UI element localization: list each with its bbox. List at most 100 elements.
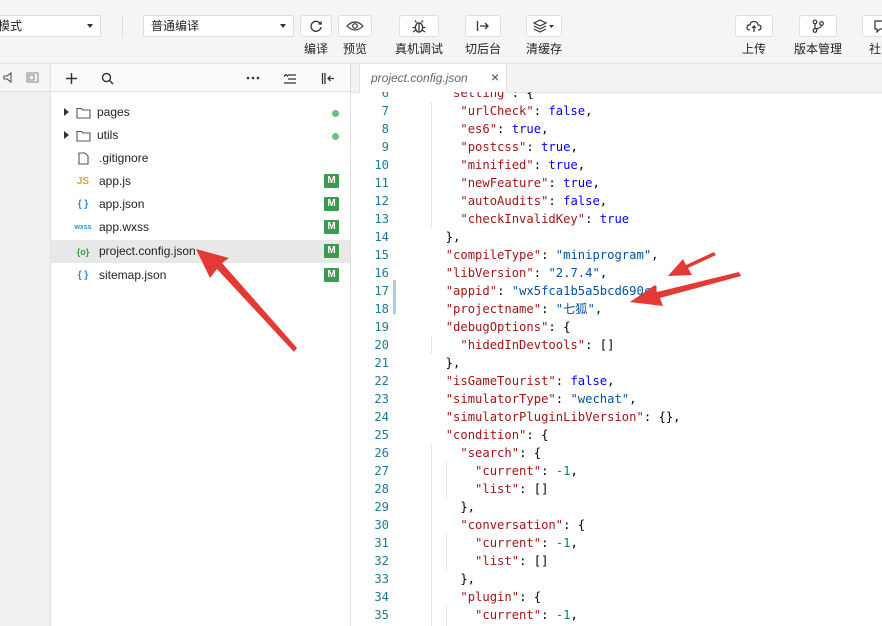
indent-guide bbox=[445, 606, 447, 626]
file-name: .gitignore bbox=[99, 151, 149, 165]
line-text: "debugOptions": { bbox=[445, 320, 571, 334]
collapse-all-icon[interactable] bbox=[282, 70, 298, 86]
line-number: 9 bbox=[381, 140, 389, 154]
file-row-gitignore[interactable]: .gitignore bbox=[51, 147, 350, 170]
indent-guide bbox=[431, 336, 432, 354]
toggle-sidebar-icon[interactable] bbox=[320, 70, 336, 86]
close-icon[interactable]: × bbox=[491, 69, 499, 85]
layers-icon bbox=[533, 19, 554, 33]
code-line[interactable]: 21 }, bbox=[351, 354, 882, 372]
refresh-icon bbox=[310, 20, 322, 32]
chevron-down-icon bbox=[280, 24, 286, 28]
code-line[interactable]: 18 "projectname": "七狐", bbox=[351, 300, 882, 318]
line-number: 33 bbox=[374, 572, 389, 586]
code-line[interactable]: 17 "appid": "wx5fca1b5a5bcd690c", bbox=[351, 282, 882, 300]
file-name: app.wxss bbox=[99, 220, 150, 234]
folder-row-pages[interactable]: pages bbox=[51, 101, 350, 124]
code-line[interactable]: 15 "compileType": "miniprogram", bbox=[351, 246, 882, 264]
indent-guide bbox=[431, 102, 432, 228]
chevron-down-icon bbox=[87, 24, 93, 28]
line-number: 24 bbox=[374, 410, 389, 424]
more-options-icon[interactable] bbox=[245, 70, 261, 86]
switch-background-label: 切后台 bbox=[464, 42, 501, 56]
line-number: 35 bbox=[374, 608, 389, 622]
mode-select[interactable]: 模式 bbox=[0, 15, 101, 37]
code-area[interactable]: 6 "setting": {7 "urlCheck": false, 8 "es6… bbox=[351, 92, 882, 626]
switch-icon bbox=[476, 21, 489, 31]
folder-row-utils[interactable]: utils bbox=[51, 124, 350, 147]
activity-strip bbox=[0, 64, 51, 626]
indent-guide bbox=[431, 444, 432, 626]
line-number: 34 bbox=[374, 590, 389, 604]
line-text: "newFeature": true, bbox=[460, 176, 600, 190]
preview-label: 预览 bbox=[342, 42, 367, 56]
line-text: "compileType": "miniprogram", bbox=[445, 248, 659, 262]
modified-badge: M bbox=[324, 197, 339, 211]
version-management-button[interactable] bbox=[799, 15, 837, 37]
line-text: "simulatorPluginLibVersion": {}, bbox=[445, 410, 681, 424]
switch-background-button[interactable] bbox=[465, 15, 501, 37]
code-line[interactable]: 24 "simulatorPluginLibVersion": {}, bbox=[351, 408, 882, 426]
line-number: 21 bbox=[374, 356, 389, 370]
upload-label: 上传 bbox=[741, 42, 766, 56]
version-management-label: 版本管理 bbox=[793, 42, 842, 56]
line-number: 32 bbox=[374, 554, 389, 568]
line-number: 11 bbox=[374, 176, 389, 190]
line-text: "urlCheck": false, bbox=[460, 104, 593, 118]
file-name: sitemap.json bbox=[99, 268, 167, 282]
file-row-project-config-json[interactable]: {o} project.config.json M bbox=[51, 240, 350, 263]
file-row-app-wxss[interactable]: wxss app.wxss M bbox=[51, 216, 350, 239]
file-icon bbox=[75, 151, 91, 166]
json-file-icon: { } bbox=[77, 199, 89, 210]
code-line[interactable]: 25 "condition": { bbox=[351, 426, 882, 444]
code-line[interactable]: 22 "isGameTourist": false, bbox=[351, 372, 882, 390]
file-name: utils bbox=[97, 128, 119, 142]
file-row-sitemap-json[interactable]: { } sitemap.json M bbox=[51, 264, 350, 287]
community-label: 社 bbox=[869, 42, 882, 56]
upload-button[interactable] bbox=[735, 15, 773, 37]
code-line[interactable]: 16 "libVersion": "2.7.4", bbox=[351, 264, 882, 282]
device-debug-button[interactable] bbox=[399, 15, 439, 37]
line-text: }, bbox=[431, 356, 461, 370]
eye-icon bbox=[346, 21, 364, 31]
line-number: 29 bbox=[374, 500, 389, 514]
speaker-icon[interactable] bbox=[3, 72, 13, 83]
device-debug-label: 真机调试 bbox=[394, 42, 443, 56]
wxss-file-icon: wxss bbox=[74, 224, 92, 231]
expand-arrow-icon[interactable] bbox=[64, 108, 69, 116]
line-text: "libVersion": "2.7.4", bbox=[445, 266, 608, 280]
editor-tab-bar: project.config.json × bbox=[351, 64, 882, 93]
line-number: 19 bbox=[374, 320, 389, 334]
compile-label: 编译 bbox=[303, 42, 328, 56]
preview-button[interactable] bbox=[338, 15, 372, 37]
community-button[interactable] bbox=[862, 15, 882, 37]
file-row-app-js[interactable]: JS app.js M bbox=[51, 170, 350, 193]
code-line[interactable]: 14 }, bbox=[351, 228, 882, 246]
line-text: }, bbox=[431, 572, 476, 586]
code-line[interactable]: 6 "setting": { bbox=[351, 92, 882, 102]
window-icon[interactable] bbox=[26, 72, 39, 83]
line-text: "postcss": true, bbox=[460, 140, 578, 154]
clear-cache-label: 清缓存 bbox=[525, 42, 562, 56]
status-dot bbox=[332, 133, 339, 140]
line-number: 26 bbox=[374, 446, 389, 460]
tab-project-config-json[interactable]: project.config.json × bbox=[359, 64, 507, 93]
modified-badge: M bbox=[324, 268, 339, 282]
code-editor: project.config.json × 6 "setting": {7 "u… bbox=[351, 64, 882, 626]
compile-mode-select[interactable]: 普通编译 bbox=[143, 15, 294, 37]
indent-guide bbox=[445, 534, 447, 570]
modified-badge: M bbox=[324, 174, 339, 188]
expand-arrow-icon[interactable] bbox=[64, 131, 69, 139]
line-text: "isGameTourist": false, bbox=[445, 374, 615, 388]
compile-button[interactable] bbox=[300, 15, 332, 37]
code-line[interactable]: 23 "simulatorType": "wechat", bbox=[351, 390, 882, 408]
add-file-icon[interactable] bbox=[63, 70, 79, 86]
modified-badge: M bbox=[324, 220, 339, 234]
file-row-app-json[interactable]: { } app.json M bbox=[51, 193, 350, 216]
code-line[interactable]: 19 "debugOptions": { bbox=[351, 318, 882, 336]
search-icon[interactable] bbox=[99, 70, 115, 86]
clear-cache-button[interactable] bbox=[526, 15, 562, 37]
modified-badge: M bbox=[324, 244, 339, 258]
line-text: "projectname": "七狐", bbox=[445, 302, 603, 316]
line-number: 16 bbox=[374, 266, 389, 280]
